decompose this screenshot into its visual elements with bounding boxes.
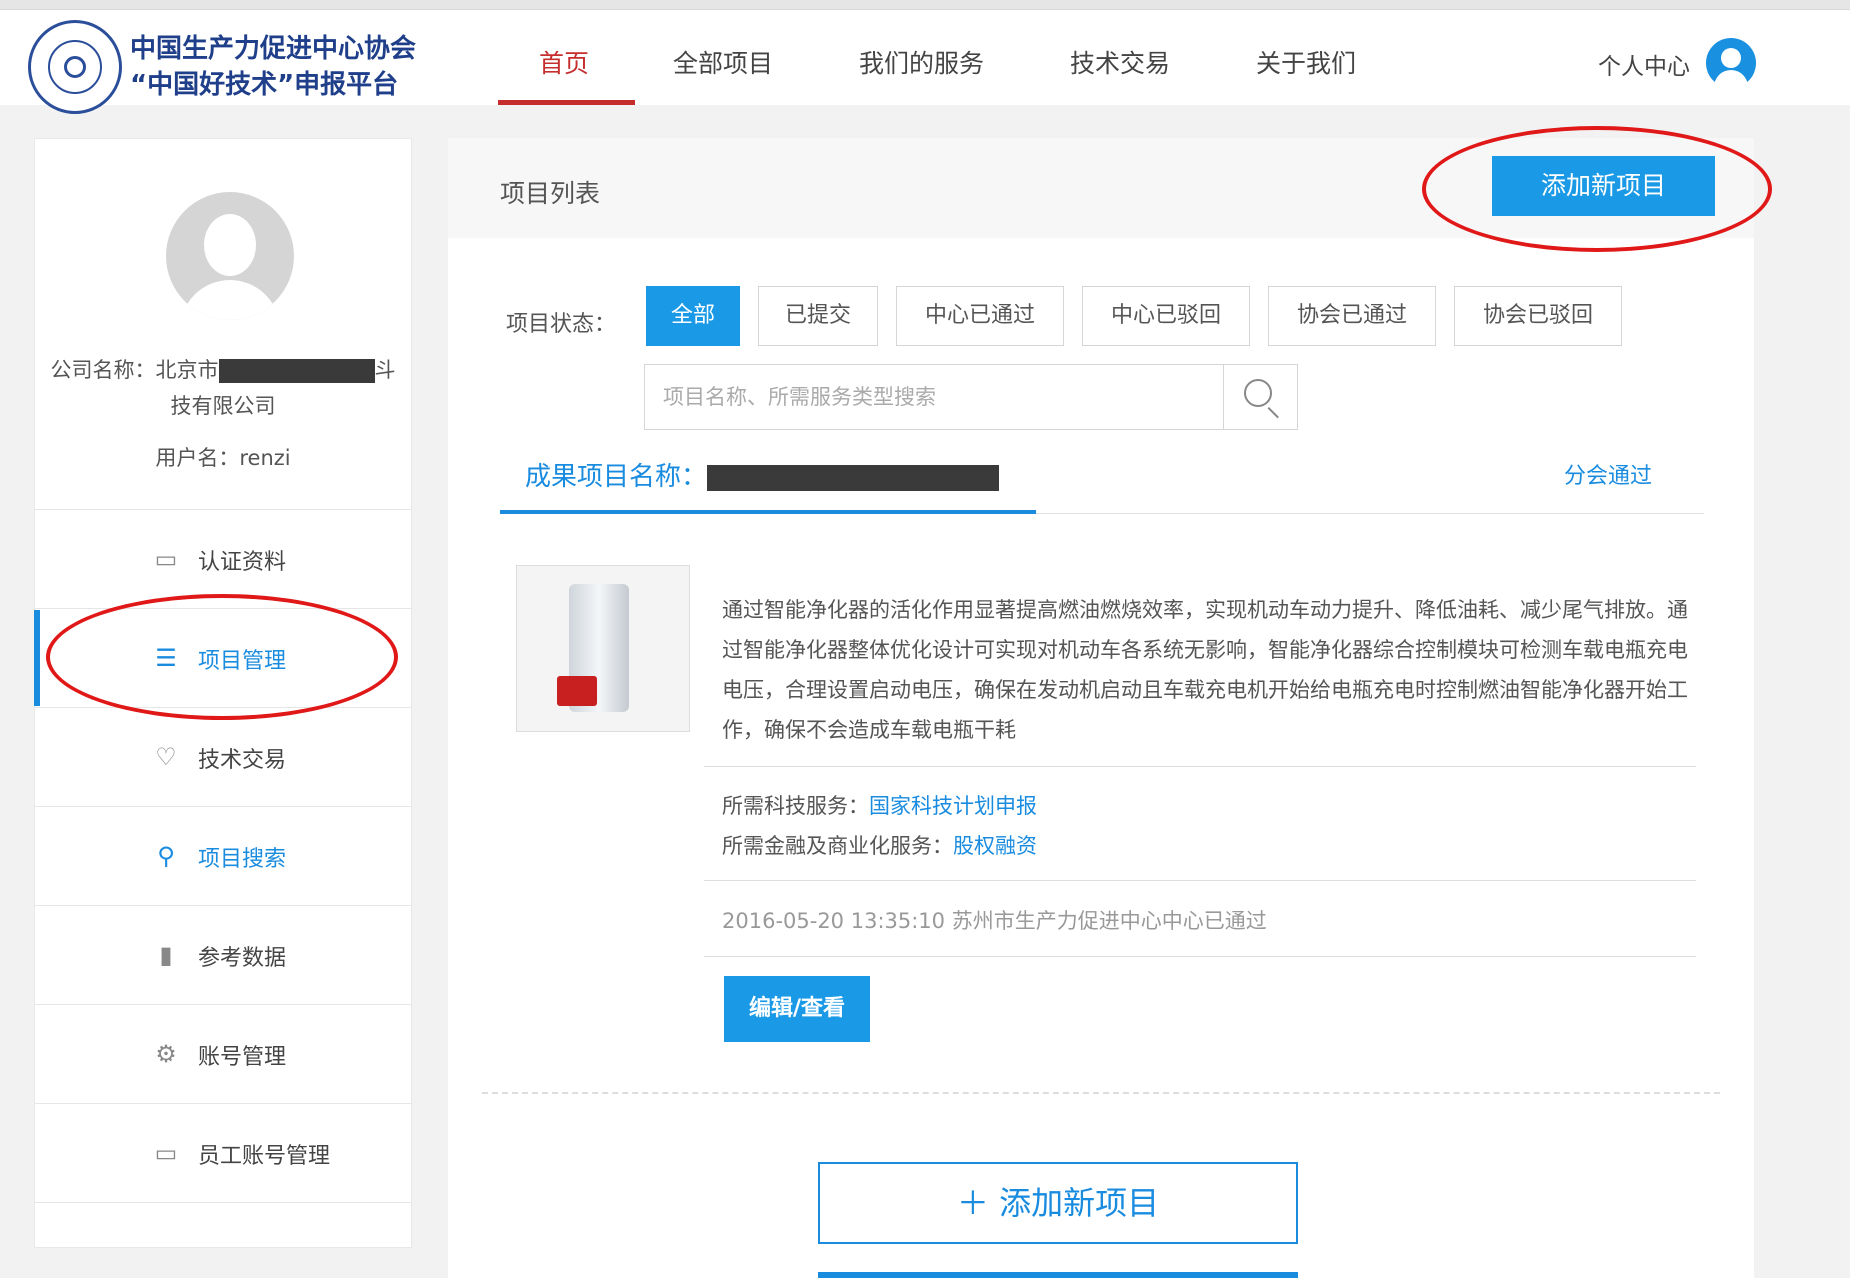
id-card-icon: ▭ <box>154 1139 178 1167</box>
project-thumbnail <box>516 565 690 732</box>
filter-center-approved[interactable]: 中心已通过 <box>896 286 1064 346</box>
sidebar-item-reference-data[interactable]: ▮ 参考数据 <box>34 906 412 1004</box>
finance-service-link[interactable]: 股权融资 <box>953 834 1037 858</box>
sidebar-active-indicator <box>34 610 40 706</box>
project-name-tab[interactable]: 成果项目名称： <box>525 456 1000 493</box>
company-name: 公司名称：北京市 斗 技有限公司 <box>40 352 406 424</box>
company-name-redaction <box>218 359 375 383</box>
tab-active-indicator <box>500 510 1036 514</box>
filter-center-rejected[interactable]: 中心已驳回 <box>1082 286 1250 346</box>
search-icon-handle <box>1267 407 1279 419</box>
sidebar-item-label: 员工账号管理 <box>198 1144 331 1169</box>
edit-view-button[interactable]: 编辑/查看 <box>724 976 870 1042</box>
username: 用户名：renzi <box>155 446 291 470</box>
top-strip <box>0 0 1850 10</box>
project-name-label: 成果项目名称： <box>525 462 708 492</box>
tech-service-link[interactable]: 国家科技计划申报 <box>869 794 1037 818</box>
user-avatar-icon[interactable] <box>1706 38 1756 90</box>
bar-chart-icon: ▮ <box>159 941 173 969</box>
project-description: 通过智能净化器的活化作用显著提高燃油燃烧效率，实现机动车动力提升、降低油耗、减少… <box>722 598 1688 742</box>
finance-service-label: 所需金融及商业化服务： <box>722 834 953 858</box>
nav-all-projects[interactable]: 全部项目 <box>673 44 773 80</box>
annotation-circle-project-management <box>46 594 398 720</box>
filter-all[interactable]: 全部 <box>646 286 740 346</box>
filter-association-rejected[interactable]: 协会已驳回 <box>1454 286 1622 346</box>
sidebar-item-account-management[interactable]: ⚙ 账号管理 <box>34 1005 412 1103</box>
sidebar-item-staff-accounts[interactable]: ▭ 员工账号管理 <box>34 1104 412 1202</box>
divider <box>704 766 1696 767</box>
sidebar-item-project-search[interactable]: ⚲ 项目搜索 <box>34 807 412 905</box>
search-button[interactable] <box>1223 364 1298 430</box>
nav-active-indicator <box>498 100 635 105</box>
search-icon: ⚲ <box>157 842 175 870</box>
nav-about-us[interactable]: 关于我们 <box>1256 44 1356 80</box>
profile-avatar <box>166 192 294 320</box>
brand-subtitle: “中国好技术”申报平台 <box>130 70 399 100</box>
gear-icon: ⚙ <box>155 1040 177 1068</box>
sidebar-item-tech-trade[interactable]: ♡ 技术交易 <box>34 708 412 806</box>
id-card-icon: ▭ <box>154 545 178 573</box>
divider <box>704 880 1696 881</box>
sidebar-item-label: 项目搜索 <box>198 847 287 872</box>
project-status: 分会通过 <box>1564 464 1653 489</box>
avatar-body <box>1714 70 1748 90</box>
search-icon <box>1244 379 1272 407</box>
search-input[interactable]: 项目名称、所需服务类型搜索 <box>644 364 1224 430</box>
add-new-project-button[interactable]: ＋ 添加新项目 <box>818 1162 1298 1244</box>
project-name-redaction <box>707 464 1000 491</box>
tech-service-label: 所需科技服务： <box>722 794 869 818</box>
company-name-line2: 技有限公司 <box>170 394 276 418</box>
profile-avatar-body <box>180 280 280 320</box>
page-title: 项目列表 <box>500 179 601 208</box>
filter-association-approved[interactable]: 协会已通过 <box>1268 286 1436 346</box>
divider <box>704 956 1696 957</box>
sidebar-item-label: 参考数据 <box>198 946 287 971</box>
brand-title: 中国生产力促进中心协会 <box>130 34 417 64</box>
sidebar-item-label: 技术交易 <box>198 748 287 773</box>
company-name-char: 斗 <box>374 358 396 382</box>
status-filter-label: 项目状态： <box>506 312 617 337</box>
dashed-divider <box>482 1092 1720 1094</box>
personal-center-link[interactable]: 个人中心 <box>1598 47 1690 81</box>
plus-icon: ＋ <box>956 1184 1000 1222</box>
handshake-icon: ♡ <box>155 743 177 771</box>
profile-avatar-head <box>204 214 256 276</box>
nav-tech-trade[interactable]: 技术交易 <box>1070 44 1170 80</box>
nav-home[interactable]: 首页 <box>539 44 589 80</box>
sidebar-item-label: 账号管理 <box>198 1045 287 1070</box>
divider <box>34 1202 412 1203</box>
filter-submitted[interactable]: 已提交 <box>758 286 878 346</box>
nav-our-services[interactable]: 我们的服务 <box>859 44 984 80</box>
company-name-prefix: 公司名称：北京市 <box>50 358 219 382</box>
annotation-circle-add-button <box>1422 126 1772 252</box>
next-button-edge <box>818 1272 1298 1278</box>
burner-image <box>557 676 597 706</box>
sidebar-item-label: 认证资料 <box>198 550 287 575</box>
logo-flower-icon <box>64 56 86 78</box>
add-new-project-label: 添加新项目 <box>999 1184 1160 1222</box>
timestamp-status: 2016-05-20 13:35:10 苏州市生产力促进中心中心已通过 <box>722 909 1267 933</box>
avatar-head <box>1721 48 1741 68</box>
tech-service-row: 所需科技服务：国家科技计划申报 <box>722 790 1037 820</box>
finance-service-row: 所需金融及商业化服务：股权融资 <box>722 830 1037 860</box>
